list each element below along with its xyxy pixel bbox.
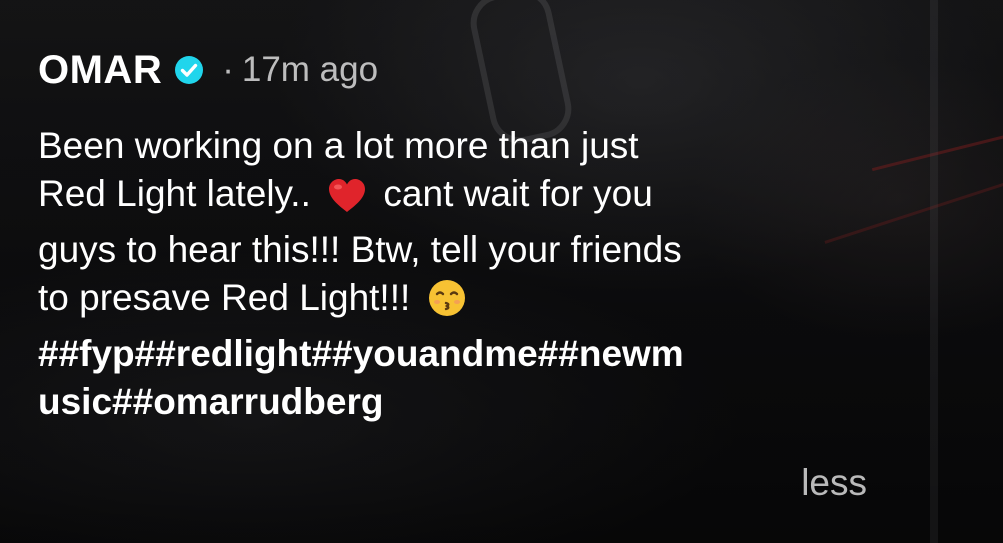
username[interactable]: OMAR xyxy=(38,48,162,93)
caption-line: Red Light lately.. cant wait for you xyxy=(38,170,898,226)
hashtag-omarrudberg[interactable]: ##omarrudberg xyxy=(112,381,383,422)
time-ago: 17m ago xyxy=(241,50,379,89)
post-time: · 17m ago xyxy=(222,50,378,90)
hashtag-newmusic-cont[interactable]: usic xyxy=(38,381,112,422)
caption-text: Been working on a lot more than just Red… xyxy=(38,122,898,330)
post-header: OMAR · 17m ago xyxy=(38,44,938,96)
hashtag-fyp[interactable]: ##fyp xyxy=(38,333,135,374)
hashtag-line: usic##omarrudberg xyxy=(38,378,898,426)
less-button[interactable]: less xyxy=(801,462,867,504)
verified-badge-icon xyxy=(174,55,204,85)
caption-segment: to presave Red Light!!! xyxy=(38,277,411,318)
separator-dot: · xyxy=(222,50,234,89)
caption-line: to presave Red Light!!! xyxy=(38,274,898,330)
post-caption: OMAR · 17m ago Been working on a lot more… xyxy=(38,44,938,426)
hashtag-youandme[interactable]: ##youandme xyxy=(311,333,537,374)
kissing-face-emoji-icon xyxy=(427,278,467,330)
hashtags: ##fyp##redlight##youandme##newm usic##om… xyxy=(38,330,898,426)
caption-segment: cant wait for you xyxy=(383,173,653,214)
caption-segment: Red Light lately.. xyxy=(38,173,311,214)
red-heart-emoji-icon xyxy=(327,178,367,226)
caption-line: guys to hear this!!! Btw, tell your frie… xyxy=(38,229,682,270)
hashtag-line: ##fyp##redlight##youandme##newm xyxy=(38,330,898,378)
hashtag-newmusic[interactable]: ##newm xyxy=(538,333,684,374)
hashtag-redlight[interactable]: ##redlight xyxy=(135,333,312,374)
caption-line: Been working on a lot more than just xyxy=(38,125,639,166)
